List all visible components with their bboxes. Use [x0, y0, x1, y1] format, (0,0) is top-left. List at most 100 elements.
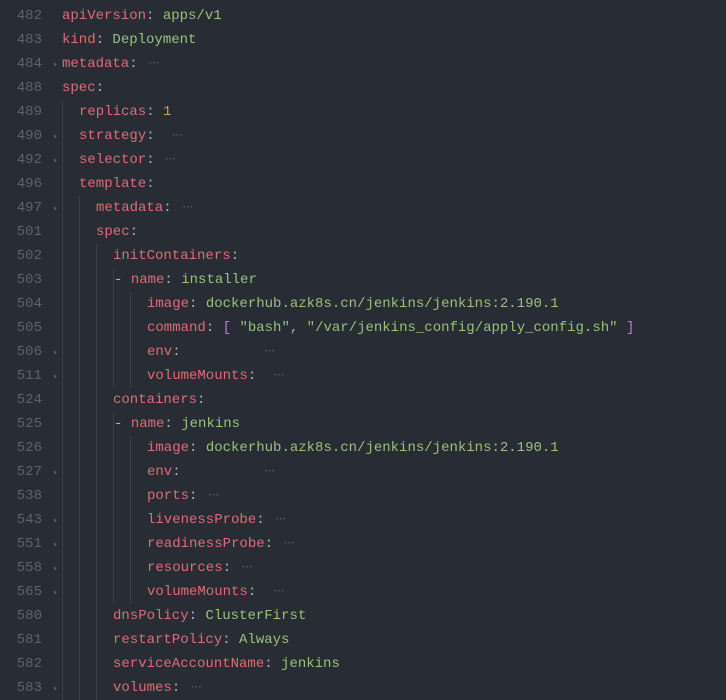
code-line[interactable]: 511volumeMounts: ⋯ — [0, 364, 726, 388]
code-content: command: [ "bash", "/var/jenkins_config/… — [147, 316, 634, 340]
fold-toggle[interactable] — [48, 204, 62, 213]
chevron-right-icon — [51, 540, 60, 549]
code-line[interactable]: 543livenessProbe: ⋯ — [0, 508, 726, 532]
token-punct: : — [172, 340, 180, 364]
token-punct — [618, 316, 626, 340]
code-content: apiVersion: apps/v1 — [62, 4, 222, 28]
line-number: 583 — [0, 676, 48, 700]
code-content: serviceAccountName: jenkins — [113, 652, 340, 676]
line-number: 484 — [0, 52, 48, 76]
code-content: image: dockerhub.azk8s.cn/jenkins/jenkin… — [147, 436, 559, 460]
token-punct: : — [222, 628, 239, 652]
fold-toggle[interactable] — [48, 468, 62, 477]
line-number: 497 — [0, 196, 48, 220]
token-ellipsis: ⋯ — [265, 508, 287, 532]
code-content: resources: ⋯ — [147, 556, 253, 580]
line-number: 551 — [0, 532, 48, 556]
code-line[interactable]: 583volumes: ⋯ — [0, 676, 726, 700]
token-brk: ] — [626, 316, 634, 340]
token-key: restartPolicy — [113, 628, 222, 652]
code-line[interactable]: 551readinessProbe: ⋯ — [0, 532, 726, 556]
token-punct: : — [197, 388, 205, 412]
line-number: 502 — [0, 244, 48, 268]
indent-guides — [62, 556, 147, 580]
token-str: jenkins — [181, 412, 240, 436]
code-line[interactable]: 581restartPolicy: Always — [0, 628, 726, 652]
code-line[interactable]: 503- name: installer — [0, 268, 726, 292]
code-line[interactable]: 580dnsPolicy: ClusterFirst — [0, 604, 726, 628]
code-line[interactable]: 492selector: ⋯ — [0, 148, 726, 172]
line-number: 504 — [0, 292, 48, 316]
fold-toggle[interactable] — [48, 348, 62, 357]
code-content: env: ⋯ — [147, 340, 275, 364]
token-ellipsis: ⋯ — [231, 556, 253, 580]
token-key: dnsPolicy — [113, 604, 189, 628]
indent-guides — [62, 436, 147, 460]
indent-guides — [62, 244, 113, 268]
token-key: readinessProbe — [147, 532, 265, 556]
chevron-right-icon — [51, 684, 60, 693]
code-line[interactable]: 488spec: — [0, 76, 726, 100]
token-key: initContainers — [113, 244, 231, 268]
indent-guides — [62, 508, 147, 532]
line-number: 580 — [0, 604, 48, 628]
token-key: volumes — [113, 676, 172, 700]
code-line[interactable]: 582serviceAccountName: jenkins — [0, 652, 726, 676]
token-punct: : — [163, 196, 171, 220]
line-number: 511 — [0, 364, 48, 388]
token-key: ports — [147, 484, 189, 508]
token-key: containers — [113, 388, 197, 412]
code-line[interactable]: 497 metadata: ⋯ — [0, 196, 726, 220]
token-str: "/var/jenkins_config/apply_config.sh" — [307, 316, 618, 340]
code-content: metadata: ⋯ — [62, 52, 159, 76]
token-punct: : — [164, 268, 181, 292]
code-content: - name: installer — [113, 268, 257, 292]
fold-toggle[interactable] — [48, 564, 62, 573]
code-line[interactable]: 525- name: jenkins — [0, 412, 726, 436]
fold-toggle[interactable] — [48, 516, 62, 525]
code-line[interactable]: 489replicas: 1 — [0, 100, 726, 124]
fold-toggle[interactable] — [48, 540, 62, 549]
code-line[interactable]: 504image: dockerhub.azk8s.cn/jenkins/jen… — [0, 292, 726, 316]
code-line[interactable]: 526image: dockerhub.azk8s.cn/jenkins/jen… — [0, 436, 726, 460]
fold-toggle[interactable] — [48, 132, 62, 141]
token-punct: : — [146, 100, 163, 124]
chevron-right-icon — [51, 372, 60, 381]
code-line[interactable]: 527env: ⋯ — [0, 460, 726, 484]
indent-guides — [62, 172, 79, 196]
code-line[interactable]: 496template: — [0, 172, 726, 196]
code-line[interactable]: 565volumeMounts: ⋯ — [0, 580, 726, 604]
token-key: resources — [147, 556, 223, 580]
fold-toggle[interactable] — [48, 60, 62, 69]
code-line[interactable]: 558resources: ⋯ — [0, 556, 726, 580]
token-key: apiVersion — [62, 4, 146, 28]
code-line[interactable]: 502initContainers: — [0, 244, 726, 268]
code-content: containers: — [113, 388, 205, 412]
token-punct: : — [172, 460, 180, 484]
code-line[interactable]: 538ports: ⋯ — [0, 484, 726, 508]
token-key: metadata — [62, 52, 129, 76]
code-line[interactable]: 524containers: — [0, 388, 726, 412]
code-line[interactable]: 501spec: — [0, 220, 726, 244]
indent-guides — [62, 340, 147, 364]
code-line[interactable]: 483kind: Deployment — [0, 28, 726, 52]
token-key: kind — [62, 28, 96, 52]
code-line[interactable]: 506env: ⋯ — [0, 340, 726, 364]
fold-toggle[interactable] — [48, 372, 62, 381]
indent-guides — [62, 124, 79, 148]
fold-toggle[interactable] — [48, 684, 62, 693]
code-line[interactable]: 484 metadata: ⋯ — [0, 52, 726, 76]
code-line[interactable]: 505command: [ "bash", "/var/jenkins_conf… — [0, 316, 726, 340]
token-key: image — [147, 292, 189, 316]
code-line[interactable]: 490strategy: ⋯ — [0, 124, 726, 148]
indent-guides — [62, 628, 113, 652]
token-str: dockerhub.azk8s.cn/jenkins/jenkins:2.190… — [206, 436, 559, 460]
code-content: metadata: ⋯ — [96, 196, 193, 220]
fold-toggle[interactable] — [48, 588, 62, 597]
indent-guides — [62, 268, 113, 292]
code-line[interactable]: 482apiVersion: apps/v1 — [0, 4, 726, 28]
token-punct: : — [248, 364, 256, 388]
fold-toggle[interactable] — [48, 156, 62, 165]
code-editor[interactable]: 482apiVersion: apps/v1483kind: Deploymen… — [0, 4, 726, 700]
code-content: ports: ⋯ — [147, 484, 219, 508]
